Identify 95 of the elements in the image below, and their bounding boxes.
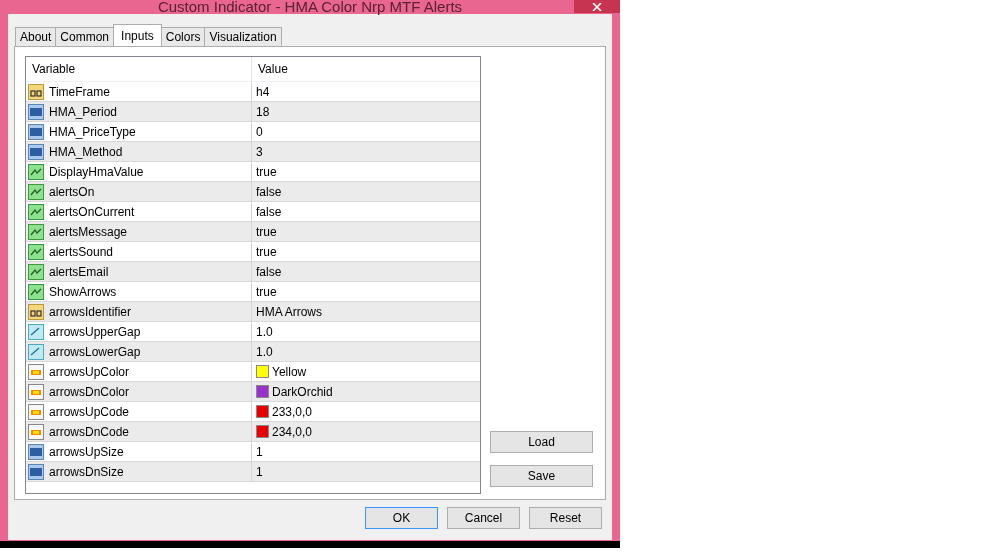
integer-type-icon	[28, 143, 44, 160]
variable-name: DisplayHmaValue	[49, 164, 144, 179]
variable-name: arrowsLowerGap	[49, 344, 141, 359]
variable-value: false	[256, 204, 282, 219]
text-type-icon	[28, 83, 44, 100]
variable-name: HMA_Period	[49, 104, 118, 119]
boolean-type-icon	[28, 243, 44, 260]
table-row[interactable]: ShowArrows true	[26, 282, 480, 302]
dialog-button[interactable]: OK	[365, 507, 438, 529]
table-row[interactable]: alertsOn false	[26, 182, 480, 202]
variable-name: arrowsDnCode	[49, 424, 130, 439]
column-header: Value	[257, 61, 289, 78]
variable-value: 0	[256, 124, 263, 139]
variable-name: alertsOn	[49, 184, 95, 199]
table-row[interactable]: DisplayHmaValue true	[26, 162, 480, 182]
variable-value: 234,0,0	[272, 424, 313, 439]
integer-type-icon	[28, 443, 44, 460]
tab[interactable]: Colors	[160, 27, 206, 46]
close-icon	[592, 2, 602, 11]
variable-value: 1	[256, 444, 263, 459]
side-button[interactable]: Save	[490, 465, 593, 487]
variable-value: 3	[256, 144, 263, 159]
integer-type-icon	[28, 123, 44, 140]
table-row[interactable]: alertsOnCurrent false	[26, 202, 480, 222]
variable-name: HMA_PriceType	[49, 124, 136, 139]
table-row[interactable]: arrowsLowerGap 1.0	[26, 342, 480, 362]
boolean-type-icon	[28, 223, 44, 240]
variable-name: arrowsUpCode	[49, 404, 130, 419]
side-button[interactable]: Load	[490, 431, 593, 453]
table-row[interactable]: arrowsUpColor Yellow	[26, 362, 480, 382]
table-row[interactable]: TimeFrame h4	[26, 82, 480, 102]
variable-name: ShowArrows	[49, 284, 117, 299]
variable-value: true	[256, 224, 277, 239]
table-row[interactable]: alertsMessage true	[26, 222, 480, 242]
table-row[interactable]: HMA_Period 18	[26, 102, 480, 122]
variable-name: arrowsDnColor	[49, 384, 130, 399]
variable-name: arrowsDnSize	[49, 464, 124, 479]
variable-value: true	[256, 164, 277, 179]
boolean-type-icon	[28, 203, 44, 220]
variable-value: true	[256, 244, 277, 259]
variable-name: alertsMessage	[49, 224, 128, 239]
variable-name: alertsEmail	[49, 264, 109, 279]
integer-type-icon	[28, 463, 44, 480]
table-row[interactable]: alertsEmail false	[26, 262, 480, 282]
decimal-type-icon	[28, 343, 44, 360]
color-type-icon	[28, 383, 44, 400]
variable-value: true	[256, 284, 277, 299]
variable-name: arrowsUpperGap	[49, 324, 141, 339]
table-row[interactable]: arrowsDnCode 234,0,0	[26, 422, 480, 442]
tab[interactable]: Visualization	[204, 27, 282, 46]
close-button[interactable]	[574, 0, 620, 13]
table-row[interactable]: HMA_Method 3	[26, 142, 480, 162]
table-row[interactable]: arrowsUpCode 233,0,0	[26, 402, 480, 422]
tab[interactable]: About	[15, 27, 57, 46]
variable-value: 1	[256, 464, 263, 479]
integer-type-icon	[28, 103, 44, 120]
color-type-icon	[28, 423, 44, 440]
tab[interactable]: Inputs	[113, 24, 162, 46]
variable-name: alertsSound	[49, 244, 114, 259]
variable-value: false	[256, 184, 282, 199]
dialog-button[interactable]: Cancel	[447, 507, 520, 529]
variable-value: h4	[256, 84, 270, 99]
variable-name: alertsOnCurrent	[49, 204, 135, 219]
column-header: Variable	[26, 57, 252, 81]
variable-value: DarkOrchid	[272, 384, 333, 399]
variable-value: 1.0	[256, 344, 273, 359]
variable-name: arrowsIdentifier	[49, 304, 132, 319]
variable-name: TimeFrame	[49, 84, 110, 99]
tab[interactable]: Common	[55, 27, 115, 46]
text-type-icon	[28, 303, 44, 320]
boolean-type-icon	[28, 163, 44, 180]
table-row[interactable]: alertsSound true	[26, 242, 480, 262]
table-row[interactable]: arrowsUpperGap 1.0	[26, 322, 480, 342]
variable-value: 233,0,0	[272, 404, 313, 419]
table-row[interactable]: arrowsDnColor DarkOrchid	[26, 382, 480, 402]
table-row[interactable]: HMA_PriceType 0	[26, 122, 480, 142]
window-title: Custom Indicator - HMA Color Nrp MTF Alerts	[157, 0, 463, 14]
color-type-icon	[28, 363, 44, 380]
boolean-type-icon	[28, 183, 44, 200]
color-type-icon	[28, 403, 44, 420]
table-row[interactable]: arrowsDnSize 1	[26, 462, 480, 482]
variable-name: HMA_Method	[49, 144, 123, 159]
variable-name: arrowsUpColor	[49, 364, 130, 379]
table-row[interactable]: arrowsIdentifier HMA Arrows	[26, 302, 480, 322]
variable-value: 1.0	[256, 324, 273, 339]
variable-value: 18	[256, 104, 270, 119]
table-row[interactable]: arrowsUpSize 1	[26, 442, 480, 462]
dialog-button[interactable]: Reset	[529, 507, 602, 529]
boolean-type-icon	[28, 263, 44, 280]
variable-value: Yellow	[272, 364, 307, 379]
variable-name: arrowsUpSize	[49, 444, 124, 459]
boolean-type-icon	[28, 283, 44, 300]
variable-value: false	[256, 264, 282, 279]
decimal-type-icon	[28, 323, 44, 340]
variable-value: HMA Arrows	[256, 304, 322, 319]
